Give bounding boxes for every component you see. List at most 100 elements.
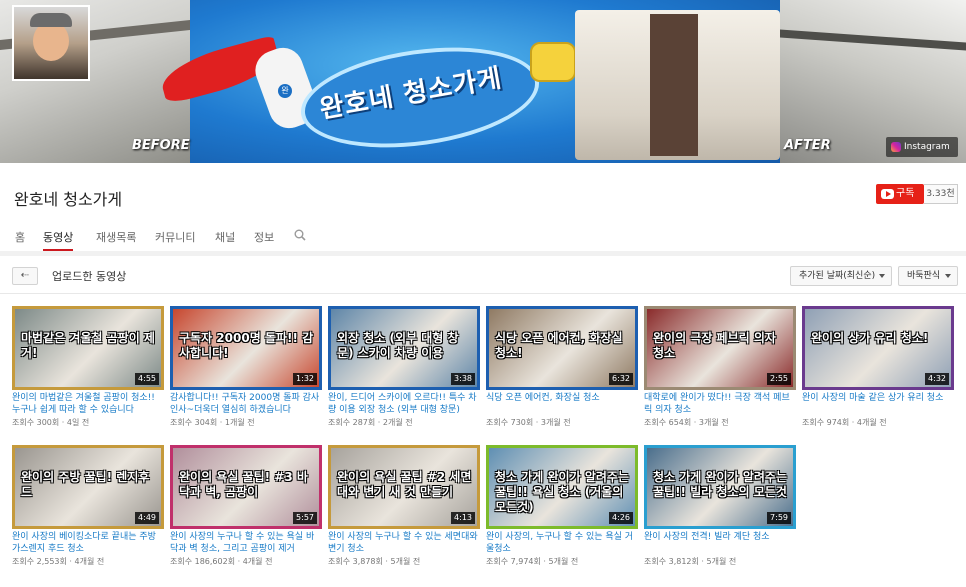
tab-videos[interactable]: 동영상 (43, 229, 74, 251)
video-age: 5개월 전 (390, 557, 421, 566)
chevron-down-icon (879, 274, 885, 278)
video-duration: 3:38 (451, 373, 475, 385)
avatar-image (14, 7, 88, 79)
video-card[interactable]: 완이의 상가 유리 청소! 4:32 완이 사장의 마술 같은 상가 유리 청소조회… (802, 306, 954, 441)
thumbnail-caption: 완이의 욕실 꿀팁! #3 바닥과 벽, 곰팡이 (179, 470, 308, 499)
thumbnail-caption: 청소 가게 완이가 알려주는 꿀팁!! 빌라 청소의 모든것 (653, 470, 787, 499)
channel-banner: 완 완호네 청소가게 BEFORE AFTER Instagram (0, 0, 966, 163)
video-card[interactable]: 완이의 욕실 꿀팁 #2 세면대와 변기 새 것 만들기 4:13 완이 사장의 누… (328, 445, 480, 580)
video-age: 3개월 전 (698, 418, 729, 427)
tab-community[interactable]: 커뮤니티 (155, 229, 195, 251)
subscribe-button[interactable]: 구독 (876, 184, 924, 204)
video-duration: 2:55 (767, 373, 791, 385)
video-views: 조회수 7,974회 (486, 557, 541, 566)
video-title[interactable]: 완이 사장의 마술 같은 상가 유리 청소 (802, 392, 954, 404)
video-card[interactable]: 완이의 극장 페브릭 의자 청소 2:55 대학로에 완이가 떴다!! 극장 객석 … (644, 306, 796, 441)
thumbnail-caption: 완이의 욕실 꿀팁 #2 세면대와 변기 새 것 만들기 (337, 470, 472, 499)
video-age: 4개월 전 (242, 557, 273, 566)
instagram-label: Instagram (904, 142, 950, 152)
thumbnail-caption: 마법같은 겨울철 곰팡이 제거! (21, 331, 155, 360)
video-age: 3개월 전 (540, 418, 571, 427)
channel-avatar[interactable] (12, 5, 90, 81)
video-title[interactable]: 완이 사장의 누구나 할 수 있는 세면대와 변기 청소 (328, 531, 480, 555)
section-header: ⇠ 업로드한 동영상 추가된 날짜(최신순) 바둑판식 (0, 256, 966, 294)
thumbnail-caption: 완이의 상가 유리 청소! (811, 331, 929, 345)
thumbnail-caption: 완이의 주방 꿀팁! 렌지후드 (21, 470, 150, 499)
video-title[interactable]: 완이 사장의 누구나 할 수 있는 욕실 바닥과 벽 청소, 그리고 곰팡이 제… (170, 531, 322, 555)
sort-dropdown-label: 추가된 날짜(최신순) (799, 271, 876, 281)
instagram-link[interactable]: Instagram (886, 137, 958, 157)
video-card[interactable]: 구독자 2000명 돌파!! 감사합니다! 1:32 감사합니다!! 구독자 200… (170, 306, 322, 441)
sponge-icon (530, 42, 576, 82)
video-thumbnail[interactable]: 마법같은 겨울철 곰팡이 제거! 4:55 (12, 306, 164, 390)
video-card[interactable]: 식당 오픈 에어컨, 화장실 청소! 6:32 식당 오픈 에어컨, 화장실 청소조… (486, 306, 638, 441)
video-meta: 조회수 2,553회 · 4개월 전 (12, 557, 105, 566)
video-title[interactable]: 대학로에 완이가 떴다!! 극장 객석 페브릭 의자 청소 (644, 392, 796, 416)
video-thumbnail[interactable]: 청소 가게 완이가 알려주는 꿀팁!! 빌라 청소의 모든것 7:59 (644, 445, 796, 529)
sort-dropdown[interactable]: 추가된 날짜(최신순) (790, 266, 892, 286)
video-thumbnail[interactable]: 완이의 주방 꿀팁! 렌지후드 4:49 (12, 445, 164, 529)
video-age: 4개월 전 (856, 418, 887, 427)
video-duration: 4:26 (609, 512, 633, 524)
video-card[interactable]: 외장 청소 (외부 대형 창문) 스카이 차량 이용 3:38 완이, 드디어 스카… (328, 306, 480, 441)
video-card[interactable]: 완이의 주방 꿀팁! 렌지후드 4:49 완이 사장의 베이킹소다로 끝내는 주방 … (12, 445, 164, 580)
video-card[interactable]: 청소 가게 완이가 알려주는 꿀팁!! 빌라 청소의 모든것 7:59 완이 사장의… (644, 445, 796, 580)
video-meta: 조회수 3,812회 · 5개월 전 (644, 557, 737, 566)
video-thumbnail[interactable]: 완이의 상가 유리 청소! 4:32 (802, 306, 954, 390)
video-thumbnail[interactable]: 완이의 극장 페브릭 의자 청소 2:55 (644, 306, 796, 390)
video-meta: 조회수 186,602회 · 4개월 전 (170, 557, 273, 566)
video-thumbnail[interactable]: 구독자 2000명 돌파!! 감사합니다! 1:32 (170, 306, 322, 390)
video-thumbnail[interactable]: 외장 청소 (외부 대형 창문) 스카이 차량 이용 3:38 (328, 306, 480, 390)
video-age: 4개월 전 (74, 557, 105, 566)
video-title[interactable]: 식당 오픈 에어컨, 화장실 청소 (486, 392, 638, 404)
view-dropdown[interactable]: 바둑판식 (898, 266, 958, 286)
section-title: 업로드한 동영상 (52, 270, 127, 283)
video-age: 1개월 전 (224, 418, 255, 427)
video-thumbnail[interactable]: 청소 가게 완이가 알려주는 꿀팁!! 욕실 청소 (거울의 모든것) 4:26 (486, 445, 638, 529)
video-card[interactable]: 마법같은 겨울철 곰팡이 제거! 4:55 완이의 마법같은 겨울철 곰팡이 청소!… (12, 306, 164, 441)
video-card[interactable]: 완이의 욕실 꿀팁! #3 바닥과 벽, 곰팡이 5:57 완이 사장의 누구나 할… (170, 445, 322, 580)
video-views: 조회수 287회 (328, 418, 376, 427)
video-views: 조회수 2,553회 (12, 557, 67, 566)
tab-channels[interactable]: 채널 (215, 229, 235, 251)
video-thumbnail[interactable]: 식당 오픈 에어컨, 화장실 청소! 6:32 (486, 306, 638, 390)
back-button[interactable]: ⇠ (12, 267, 38, 285)
video-meta: 조회수 3,878회 · 5개월 전 (328, 557, 421, 566)
video-age: 5개월 전 (548, 557, 579, 566)
back-arrow-icon: ⇠ (20, 270, 30, 281)
video-meta: 조회수 287회 · 2개월 전 (328, 418, 413, 427)
thumbnail-caption: 구독자 2000명 돌파!! 감사합니다! (179, 331, 314, 360)
subscribe-label: 구독 (896, 188, 915, 199)
video-meta: 조회수 304회 · 1개월 전 (170, 418, 255, 427)
thumbnail-caption: 완이의 극장 페브릭 의자 청소 (653, 331, 776, 360)
video-thumbnail[interactable]: 완이의 욕실 꿀팁! #3 바닥과 벽, 곰팡이 5:57 (170, 445, 322, 529)
video-title[interactable]: 완이 사장의 전격! 빌라 계단 청소 (644, 531, 796, 543)
tab-home[interactable]: 홈 (15, 229, 25, 251)
video-duration: 1:32 (293, 373, 317, 385)
tab-about[interactable]: 정보 (254, 229, 274, 251)
instagram-icon (891, 142, 901, 152)
banner-before-label: BEFORE (132, 138, 190, 153)
video-title[interactable]: 완이의 마법같은 겨울철 곰팡이 청소!! 누구나 쉽게 따라 할 수 있습니다 (12, 392, 164, 416)
video-duration: 7:59 (767, 512, 791, 524)
video-title[interactable]: 완이 사장의, 누구나 할 수 있는 욕실 거울청소 (486, 531, 638, 555)
banner-hero-badge: 완 (278, 84, 292, 98)
video-meta: 조회수 7,974회 · 5개월 전 (486, 557, 579, 566)
video-duration: 5:57 (293, 512, 317, 524)
tab-playlists[interactable]: 재생목록 (96, 229, 136, 251)
video-title[interactable]: 완이, 드디어 스카이에 오르다!! 특수 차량 이용 외장 청소 (외부 대형… (328, 392, 480, 416)
video-title[interactable]: 완이 사장의 베이킹소다로 끝내는 주방 가스렌지 후드 청소 (12, 531, 164, 555)
video-meta: 조회수 974회 · 4개월 전 (802, 418, 887, 427)
video-views: 조회수 974회 (802, 418, 850, 427)
video-card[interactable]: 청소 가게 완이가 알려주는 꿀팁!! 욕실 청소 (거울의 모든것) 4:26 완… (486, 445, 638, 580)
video-duration: 4:32 (925, 373, 949, 385)
channel-tabs: 홈 동영상 재생목록 커뮤니티 채널 정보 (0, 225, 966, 251)
video-meta: 조회수 730회 · 3개월 전 (486, 418, 571, 427)
banner-door (650, 14, 698, 156)
banner-after-label: AFTER (784, 138, 831, 153)
search-icon[interactable] (294, 229, 306, 241)
video-title[interactable]: 감사합니다!! 구독자 2000명 돌파 감사인사~더욱더 열심히 하겠습니다 (170, 392, 322, 416)
video-thumbnail[interactable]: 완이의 욕실 꿀팁 #2 세면대와 변기 새 것 만들기 4:13 (328, 445, 480, 529)
video-views: 조회수 730회 (486, 418, 534, 427)
video-age: 4일 전 (66, 418, 90, 427)
